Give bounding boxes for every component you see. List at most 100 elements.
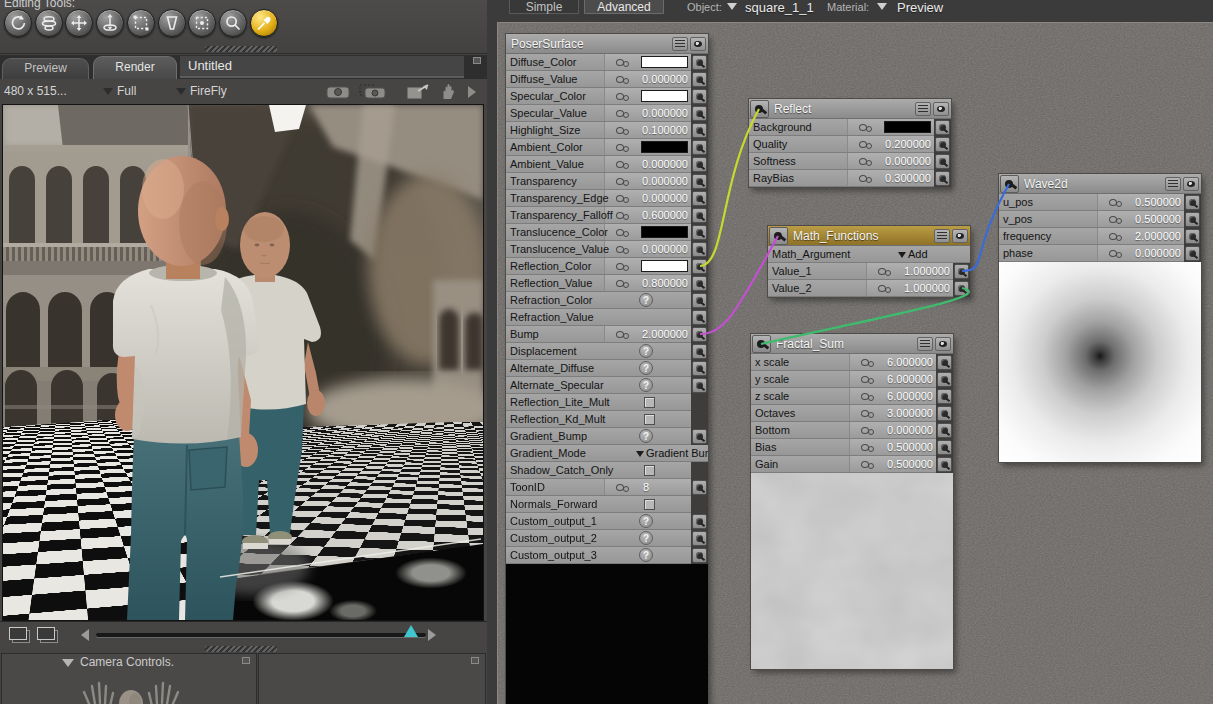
animation-link-icon[interactable]	[616, 246, 632, 254]
output-plug-icon[interactable]	[692, 123, 707, 138]
param-value[interactable]: 0.100000	[642, 124, 688, 136]
animation-link-icon[interactable]	[859, 158, 875, 166]
object-dropdown-icon[interactable]	[727, 3, 737, 10]
output-plug-icon[interactable]	[1185, 195, 1200, 210]
param-value[interactable]: 0.000000	[642, 243, 688, 255]
animation-link-icon[interactable]	[616, 195, 632, 203]
size-dropdown[interactable]: Full	[117, 84, 136, 98]
animation-link-icon[interactable]	[616, 280, 632, 288]
output-plug-icon[interactable]	[692, 208, 707, 223]
node-menu-icon[interactable]	[672, 37, 688, 51]
shader-node-graph[interactable]: PoserSurfaceDiffuse_ColorDiffuse_Value0.…	[497, 22, 1213, 704]
node-header[interactable]: Wave2d	[999, 174, 1201, 194]
help-icon[interactable]: ?	[639, 531, 653, 545]
animation-link-icon[interactable]	[616, 93, 632, 101]
translate-tool-button[interactable]	[65, 9, 93, 37]
stack-back-icon[interactable]	[9, 627, 27, 640]
param-value[interactable]: 0.000000	[642, 158, 688, 170]
color-swatch[interactable]	[641, 90, 688, 102]
size-dropdown-icon[interactable]	[103, 88, 113, 95]
frame-back-arrow[interactable]	[81, 629, 89, 641]
node-menu-icon[interactable]	[1165, 177, 1181, 191]
output-plug-icon[interactable]	[692, 72, 707, 87]
output-plug-icon[interactable]	[692, 514, 707, 529]
timeline-marker[interactable]	[404, 625, 418, 637]
output-plug-icon[interactable]	[954, 281, 969, 296]
node-header[interactable]: Reflect	[749, 99, 951, 119]
node-preview-radial[interactable]	[999, 262, 1201, 462]
output-plug-icon[interactable]	[937, 355, 952, 370]
animation-link-icon[interactable]	[861, 427, 877, 435]
param-value[interactable]: 0.000000	[642, 73, 688, 85]
render-camera-icon[interactable]	[325, 82, 353, 104]
render-export-icon[interactable]	[404, 82, 434, 106]
output-plug-icon[interactable]	[692, 276, 707, 291]
animation-link-icon[interactable]	[616, 161, 632, 169]
output-plug-icon[interactable]	[937, 440, 952, 455]
output-plug-icon[interactable]	[937, 457, 952, 472]
pane-menu-icon[interactable]	[242, 657, 250, 664]
animation-link-icon[interactable]	[616, 127, 632, 135]
animation-link-icon[interactable]	[861, 393, 877, 401]
param-checkbox[interactable]	[644, 499, 655, 510]
material-dropdown-icon[interactable]	[877, 3, 887, 10]
engine-dropdown-icon[interactable]	[176, 88, 186, 95]
color-swatch[interactable]	[641, 226, 688, 238]
output-plug-icon[interactable]	[692, 480, 707, 495]
param-value[interactable]: 0.600000	[642, 209, 688, 221]
animation-link-icon[interactable]	[616, 59, 632, 67]
output-plug-icon[interactable]	[935, 120, 950, 135]
node-math_functions[interactable]: Math_FunctionsMath_ArgumentAddValue_11.0…	[768, 226, 970, 297]
timeline-track[interactable]	[96, 633, 426, 637]
color-swatch[interactable]	[641, 141, 688, 153]
animation-link-icon[interactable]	[1109, 216, 1125, 224]
output-plug-icon[interactable]	[935, 154, 950, 169]
material-value[interactable]: Preview	[897, 0, 1210, 15]
output-plug-icon[interactable]	[692, 259, 707, 274]
hand-tool-icon[interactable]	[438, 82, 460, 106]
help-icon[interactable]: ?	[639, 361, 653, 375]
pane-menu-icon[interactable]	[471, 657, 479, 664]
output-plug-icon[interactable]	[692, 89, 707, 104]
animation-link-icon[interactable]	[616, 110, 632, 118]
output-plug-icon[interactable]	[692, 548, 707, 563]
panel-grip[interactable]	[205, 46, 277, 52]
node-menu-icon[interactable]	[934, 229, 950, 243]
twist-tool-button[interactable]	[35, 9, 63, 37]
output-plug-icon[interactable]	[692, 531, 707, 546]
collapse-triangle-icon[interactable]	[62, 659, 74, 667]
node-posersurface[interactable]: PoserSurfaceDiffuse_ColorDiffuse_Value0.…	[506, 34, 708, 704]
output-plug-icon[interactable]	[692, 310, 707, 325]
param-value[interactable]: 0.000000	[642, 175, 688, 187]
animation-link-icon[interactable]	[616, 331, 632, 339]
output-plug-icon[interactable]	[692, 327, 707, 342]
help-icon[interactable]: ?	[639, 429, 653, 443]
param-value[interactable]: 0.500000	[1135, 213, 1181, 225]
animation-link-icon[interactable]	[616, 212, 632, 220]
output-plug-icon[interactable]	[692, 106, 707, 121]
param-value[interactable]: 0.000000	[642, 192, 688, 204]
output-plug-icon[interactable]	[692, 378, 707, 393]
node-preview-toggle-icon[interactable]	[1183, 177, 1199, 191]
help-icon[interactable]: ?	[639, 514, 653, 528]
viewport-3d-scene[interactable]	[2, 104, 484, 621]
param-value[interactable]: 2.000000	[642, 328, 688, 340]
param-value[interactable]: 6.000000	[887, 373, 933, 385]
param-value[interactable]: 0.300000	[885, 172, 931, 184]
output-plug-icon[interactable]	[1185, 229, 1200, 244]
tab-preview[interactable]: Preview	[2, 58, 89, 79]
param-value[interactable]: 3.000000	[887, 407, 933, 419]
node-menu-icon[interactable]	[915, 102, 931, 116]
node-header[interactable]: Math_Functions	[768, 226, 970, 246]
param-value[interactable]: 2.000000	[1135, 230, 1181, 242]
output-plug-icon[interactable]	[954, 264, 969, 279]
animation-link-icon[interactable]	[616, 263, 632, 271]
panel-menu-icon[interactable]	[473, 57, 481, 64]
node-wave2d[interactable]: Wave2du_pos0.500000v_pos0.500000frequenc…	[999, 174, 1201, 462]
param-value[interactable]: 0.500000	[887, 441, 933, 453]
taper-tool-button[interactable]	[158, 9, 186, 37]
param-value[interactable]: 6.000000	[887, 356, 933, 368]
animation-link-icon[interactable]	[616, 144, 632, 152]
output-plug-icon[interactable]	[692, 157, 707, 172]
area-render-camera-icon[interactable]	[359, 82, 387, 104]
